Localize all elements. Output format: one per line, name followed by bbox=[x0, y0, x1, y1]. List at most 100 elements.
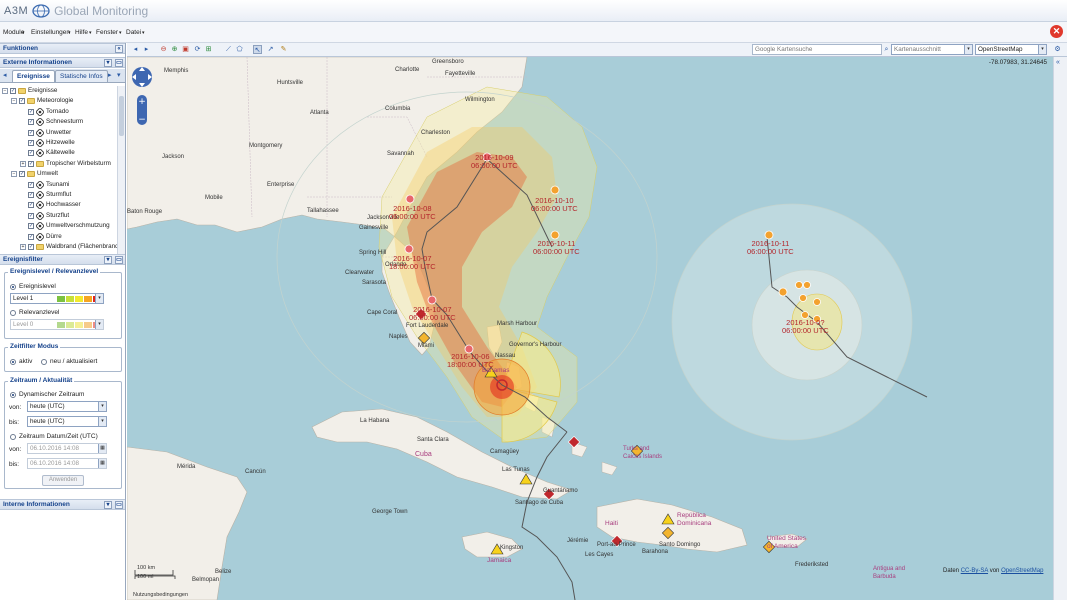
internal-info-collapse-icon[interactable]: ▾ bbox=[104, 501, 112, 509]
menu-hilfe[interactable]: Hilfe bbox=[75, 29, 88, 36]
search-icon[interactable]: ⌕ bbox=[882, 45, 891, 54]
tree-node[interactable]: − ✓ Ereignisse bbox=[2, 86, 57, 96]
tree-node[interactable]: ✓ Hochwasser bbox=[20, 200, 81, 211]
base-layer-select[interactable]: OpenStreetMap ▾ bbox=[975, 44, 1047, 55]
external-info-maximize-icon[interactable]: ▭ bbox=[115, 59, 123, 67]
tree-node[interactable]: + ✓ Tropischer Wirbelsturm bbox=[20, 159, 111, 169]
mode-active-option[interactable]: aktiv bbox=[10, 358, 32, 365]
usage-terms-link[interactable]: Nutzungsbedingungen bbox=[133, 592, 188, 598]
tree-checkbox[interactable]: ✓ bbox=[28, 233, 34, 240]
tree-expand-icon[interactable]: − bbox=[11, 171, 17, 178]
mode-new-option[interactable]: neu / aktualisiert bbox=[41, 358, 97, 365]
dynamic-from-select[interactable]: heute (UTC) ▾ bbox=[27, 401, 107, 412]
external-info-collapse-icon[interactable]: ▾ bbox=[104, 59, 112, 67]
tree-checkbox[interactable]: ✓ bbox=[19, 98, 25, 105]
map-side-collapse-icon[interactable]: « bbox=[1056, 59, 1060, 66]
tree-node[interactable]: − ✓ Umwelt bbox=[11, 169, 58, 179]
tree-node[interactable]: ✓ Unwetter bbox=[20, 127, 71, 138]
pan-control[interactable] bbox=[132, 67, 152, 87]
tree-node[interactable]: − ✓ Meteorologie bbox=[11, 96, 73, 106]
mode-new-radio[interactable] bbox=[41, 358, 47, 365]
tree-checkbox[interactable]: ✓ bbox=[28, 129, 34, 136]
tree-expand-icon[interactable]: + bbox=[20, 160, 26, 167]
tree-scrollbar[interactable] bbox=[117, 86, 125, 254]
tree-checkbox[interactable]: ✓ bbox=[28, 212, 34, 219]
event-level-radio[interactable] bbox=[10, 283, 16, 290]
fixed-range-radio[interactable] bbox=[10, 433, 16, 440]
tree-checkbox[interactable]: ✓ bbox=[28, 192, 34, 198]
collapse-left-icon[interactable]: « bbox=[115, 45, 123, 53]
attrib-license-link[interactable]: CC-By-SA bbox=[961, 568, 988, 574]
tree-checkbox[interactable]: ✓ bbox=[28, 244, 34, 250]
fixed-to-field[interactable]: 06.10.2016 14:08 ▦ bbox=[27, 458, 107, 469]
tree-checkbox[interactable]: ✓ bbox=[28, 223, 34, 230]
map-section-select[interactable]: Kartenausschnitt ▾ bbox=[891, 44, 973, 55]
info-pointer-icon[interactable]: ↗ bbox=[266, 45, 275, 54]
zoom-in-box-icon[interactable]: ⊕ bbox=[170, 45, 179, 54]
fixed-from-calendar-icon[interactable]: ▦ bbox=[98, 444, 106, 453]
zoom-box-icon[interactable]: ▣ bbox=[181, 45, 190, 54]
google-search-input[interactable]: Google Kartensuche bbox=[752, 44, 882, 55]
nav-forward-icon[interactable]: ▸ bbox=[142, 45, 151, 54]
event-filter-collapse-icon[interactable]: ▾ bbox=[104, 256, 112, 264]
tree-checkbox[interactable]: ✓ bbox=[28, 160, 34, 167]
tree-checkbox[interactable]: ✓ bbox=[28, 119, 34, 126]
menu-fenster[interactable]: Fenster bbox=[96, 29, 118, 36]
relevance-level-dropdown-icon[interactable]: ▾ bbox=[95, 320, 103, 329]
close-app-icon[interactable]: ✕ bbox=[1050, 25, 1063, 38]
tree-checkbox[interactable]: ✓ bbox=[10, 88, 16, 94]
apply-button[interactable]: Anwenden bbox=[42, 475, 84, 486]
tree-node[interactable]: ✓ Hitzewelle bbox=[20, 138, 75, 148]
menu-datei[interactable]: Datei bbox=[126, 29, 141, 36]
dynamic-to-select[interactable]: heute (UTC) ▾ bbox=[27, 416, 107, 427]
tree-checkbox[interactable]: ✓ bbox=[19, 171, 25, 178]
measure-line-icon[interactable]: ⟋ bbox=[224, 45, 233, 54]
dynamic-to-dropdown-icon[interactable]: ▾ bbox=[98, 417, 106, 426]
relevance-level-radio[interactable] bbox=[10, 309, 16, 316]
zoom-control[interactable]: + − bbox=[137, 95, 147, 125]
menu-einstellungen[interactable]: Einstellungen bbox=[31, 29, 70, 36]
tree-scroll-thumb[interactable] bbox=[119, 96, 124, 136]
fixed-to-calendar-icon[interactable]: ▦ bbox=[98, 459, 106, 468]
measure-area-icon[interactable]: ⬠ bbox=[235, 45, 244, 54]
dynamic-from-dropdown-icon[interactable]: ▾ bbox=[98, 402, 106, 411]
zoom-out-box-icon[interactable]: ⊖ bbox=[159, 45, 168, 54]
fixed-range-option[interactable]: Zeitraum Datum/Zeit (UTC) bbox=[10, 433, 98, 440]
tree-node[interactable]: ✓ Tornado bbox=[20, 106, 69, 117]
tab-scroll-left-icon[interactable]: ◂ bbox=[3, 71, 7, 79]
tree-checkbox[interactable]: ✓ bbox=[28, 140, 34, 146]
relevance-level-select[interactable]: Level 0 ▾ bbox=[10, 319, 104, 330]
relevance-level-option[interactable]: Relevanzlevel bbox=[10, 309, 59, 316]
tree-checkbox[interactable]: ✓ bbox=[28, 108, 34, 115]
map-settings-icon[interactable]: ⚙ bbox=[1053, 45, 1062, 54]
tab-statische-infos[interactable]: Statische Infos bbox=[55, 70, 108, 82]
tree-expand-icon[interactable]: + bbox=[20, 244, 26, 250]
tree-node[interactable]: ✓ Kältewelle bbox=[20, 148, 75, 159]
fixed-from-field[interactable]: 06.10.2016 14:08 ▦ bbox=[27, 443, 107, 454]
select-pointer-icon[interactable]: ↖ bbox=[253, 45, 262, 54]
nav-back-icon[interactable]: ◂ bbox=[131, 45, 140, 54]
draw-pen-icon[interactable]: ✎ bbox=[279, 45, 288, 54]
refresh-icon[interactable]: ⟳ bbox=[193, 45, 202, 54]
tab-scroll-right-icon[interactable]: ▸ bbox=[108, 71, 112, 79]
tree-node[interactable]: ✓ Sturzflut bbox=[20, 210, 69, 221]
tree-node[interactable]: ✓ Schneesturm bbox=[20, 117, 83, 128]
dynamic-range-radio[interactable] bbox=[10, 391, 16, 398]
base-layer-dropdown-icon[interactable]: ▾ bbox=[1038, 45, 1046, 54]
tree-checkbox[interactable]: ✓ bbox=[28, 150, 34, 157]
event-filter-maximize-icon[interactable]: ▭ bbox=[115, 256, 123, 264]
dynamic-range-option[interactable]: Dynamischer Zeitraum bbox=[10, 391, 84, 398]
tree-node[interactable]: ✓ Tsunami bbox=[20, 179, 69, 190]
internal-info-maximize-icon[interactable]: ▭ bbox=[115, 501, 123, 509]
full-extent-icon[interactable]: ⊞ bbox=[204, 45, 213, 54]
tree-node[interactable]: ✓ Sturmflut bbox=[20, 190, 71, 200]
attrib-source-link[interactable]: OpenStreetMap bbox=[1001, 568, 1043, 574]
tree-expand-icon[interactable]: − bbox=[2, 88, 8, 94]
map-view[interactable]: + − Memphis Huntsville Atlanta Montgomer… bbox=[127, 57, 1053, 600]
tree-node[interactable]: + ✓ Waldbrand (Flächenbrand bbox=[20, 242, 117, 252]
tree-expand-icon[interactable]: − bbox=[11, 98, 17, 105]
event-level-option[interactable]: Ereignislevel bbox=[10, 283, 56, 290]
tree-node[interactable]: ✓ Umweltverschmutzung bbox=[20, 221, 110, 232]
map-section-dropdown-icon[interactable]: ▾ bbox=[964, 45, 972, 54]
tree-checkbox[interactable]: ✓ bbox=[28, 181, 34, 188]
